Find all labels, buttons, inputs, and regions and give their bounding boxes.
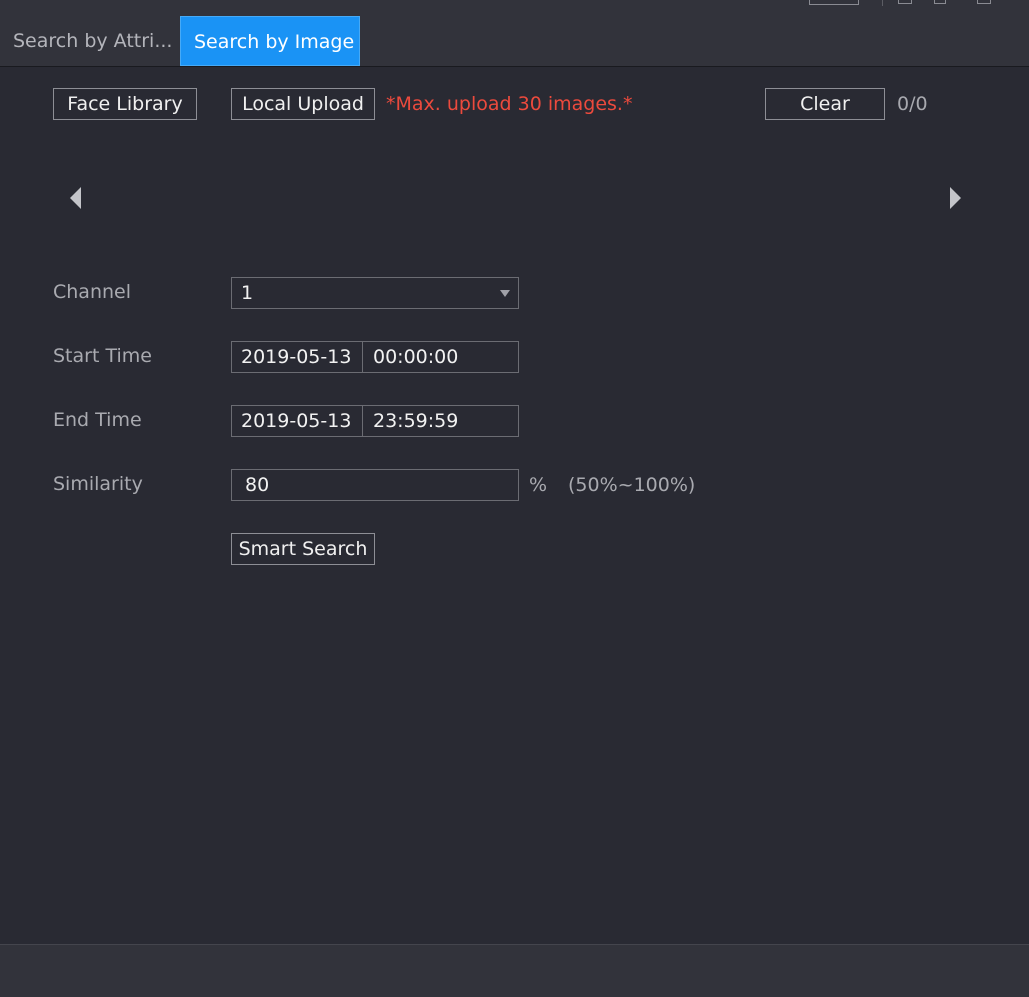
smart-search-button[interactable]: Smart Search — [231, 533, 375, 565]
face-library-button[interactable]: Face Library — [53, 88, 197, 120]
channel-select[interactable]: 1 — [231, 277, 519, 309]
tab-search-by-attribute[interactable]: Search by Attri... — [0, 16, 180, 66]
triangle-left-icon[interactable] — [70, 187, 81, 209]
end-time-field: 2019-05-13 23:59:59 — [231, 405, 519, 437]
channel-value: 1 — [241, 282, 254, 304]
field-divider — [362, 406, 363, 436]
start-time-label: Start Time — [53, 345, 152, 367]
tab-search-by-image[interactable]: Search by Image — [180, 16, 360, 66]
top-bar-icon[interactable] — [934, 0, 946, 4]
similarity-range: (50%~100%) — [568, 474, 696, 496]
upload-limit-hint: *Max. upload 30 images.* — [386, 93, 633, 115]
end-date-input[interactable]: 2019-05-13 — [241, 406, 351, 436]
top-bar-icon[interactable] — [898, 0, 912, 4]
end-time-label: End Time — [53, 409, 142, 431]
image-count: 0/0 — [897, 93, 928, 115]
tab-bar: Search by Attri... Search by Image — [0, 16, 1029, 67]
start-date-input[interactable]: 2019-05-13 — [241, 342, 351, 372]
start-time-input[interactable]: 00:00:00 — [373, 342, 458, 372]
caret-down-icon — [500, 290, 510, 297]
triangle-right-icon[interactable] — [950, 187, 961, 209]
similarity-unit: % — [529, 474, 548, 496]
top-bar-divider — [882, 0, 883, 6]
end-time-input[interactable]: 23:59:59 — [373, 406, 458, 436]
top-bar-icon[interactable] — [977, 0, 991, 4]
similarity-label: Similarity — [53, 473, 143, 495]
start-time-field: 2019-05-13 00:00:00 — [231, 341, 519, 373]
bottom-bar — [0, 944, 1029, 997]
channel-label: Channel — [53, 281, 132, 303]
local-upload-button[interactable]: Local Upload — [231, 88, 375, 120]
clear-button[interactable]: Clear — [765, 88, 885, 120]
top-bar — [0, 0, 1029, 17]
top-bar-button[interactable] — [809, 0, 859, 5]
similarity-input[interactable] — [231, 469, 519, 501]
field-divider — [362, 342, 363, 372]
